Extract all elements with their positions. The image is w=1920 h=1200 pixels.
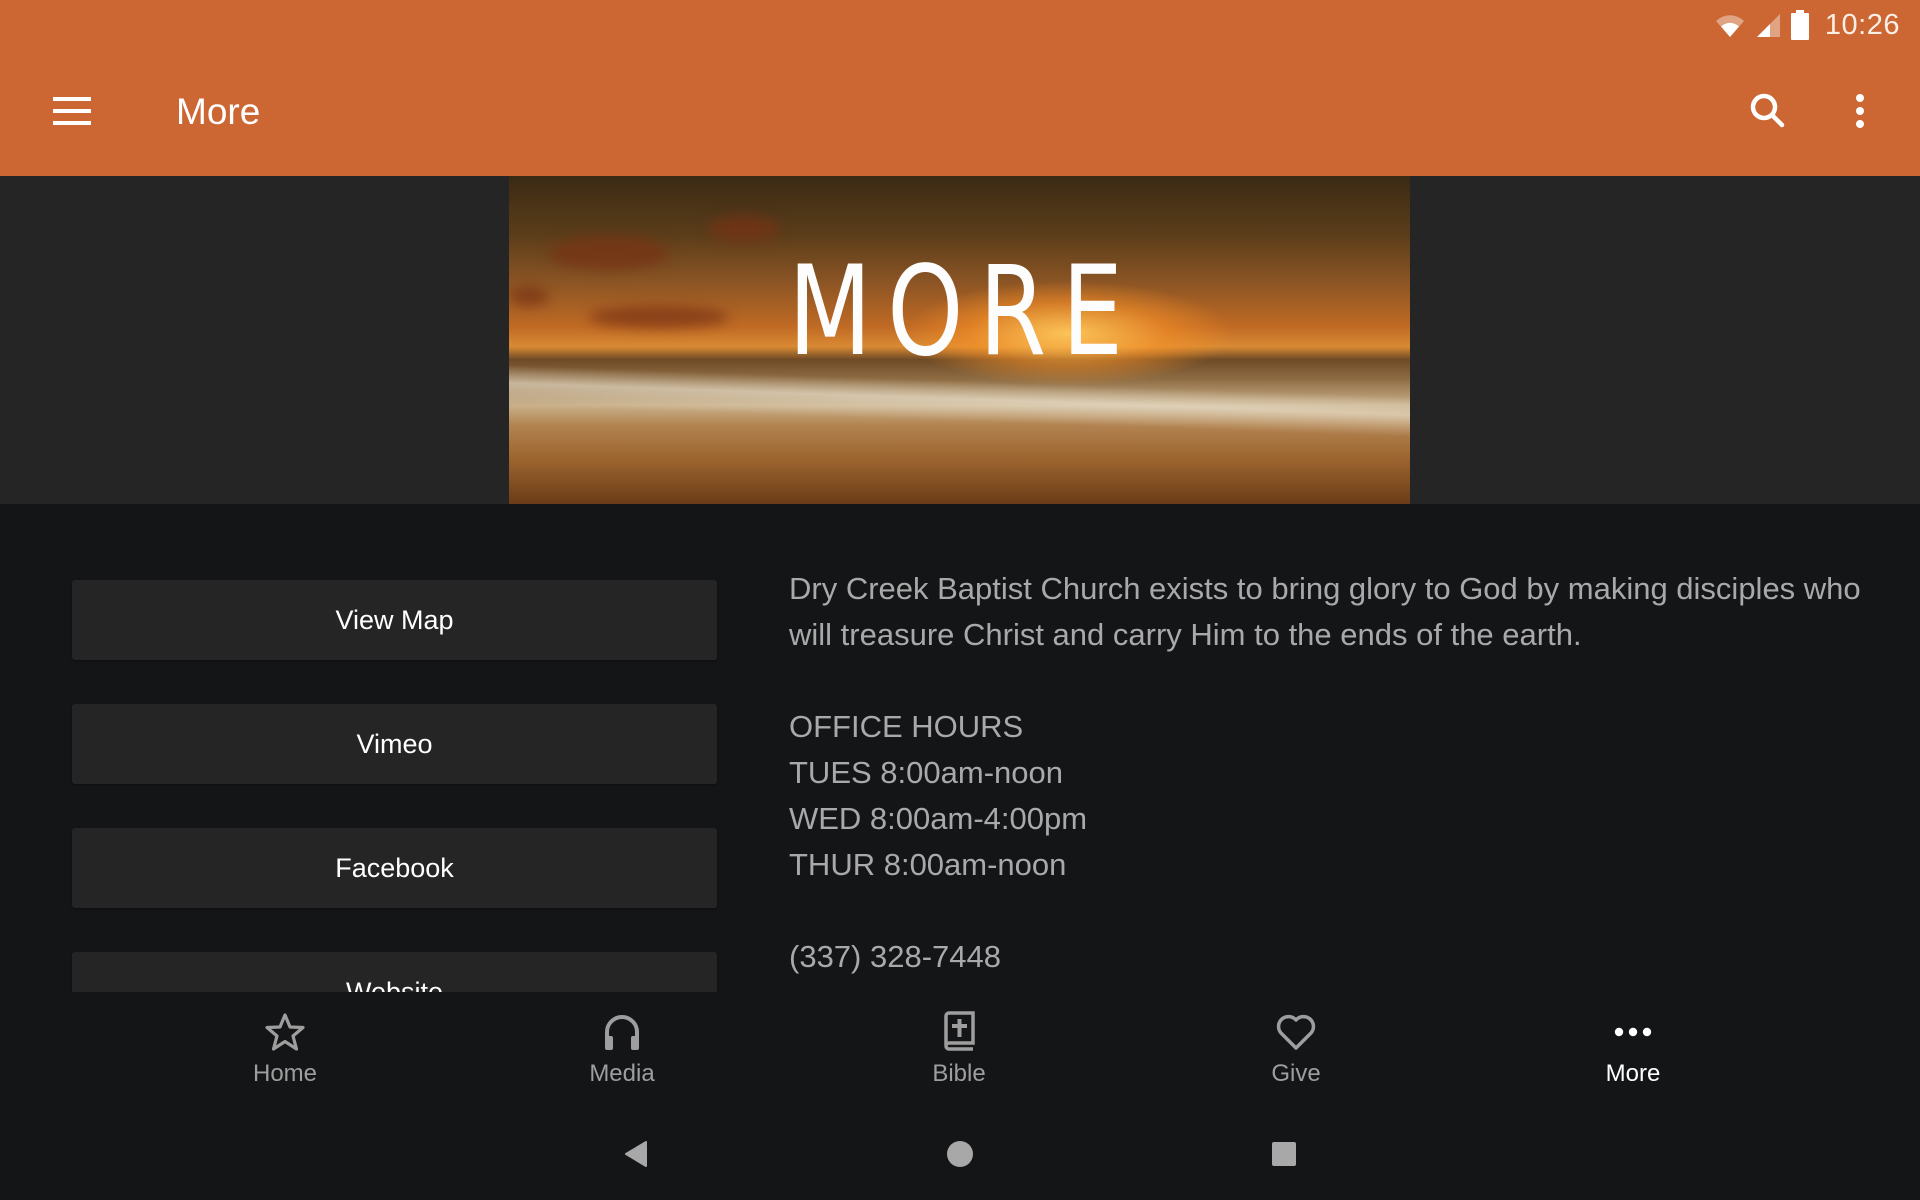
system-navigation-bar	[0, 1102, 1920, 1200]
facebook-button[interactable]: Facebook	[72, 828, 717, 908]
mission-statement: Dry Creek Baptist Church exists to bring…	[789, 571, 1861, 652]
tab-more-label: More	[1605, 1060, 1661, 1087]
vimeo-button[interactable]: Vimeo	[72, 704, 717, 784]
website-button[interactable]: Website	[72, 952, 717, 992]
tab-give[interactable]: Give	[1196, 992, 1396, 1102]
banner-image: MORE	[509, 176, 1410, 504]
office-hours-wed: WED 8:00am-4:00pm	[789, 801, 1088, 836]
app-root: 10:26 More MORE View Map Vimeo Facebook …	[0, 0, 1920, 1200]
tab-home-label: Home	[252, 1060, 318, 1087]
search-button[interactable]	[1740, 86, 1796, 136]
wifi-icon	[1715, 15, 1744, 38]
bottom-navigation: Home Media Bible Give More	[0, 992, 1920, 1102]
status-time: 10:26	[1824, 8, 1900, 41]
phone-number[interactable]: (337) 328-7448	[789, 934, 1869, 980]
more-horiz-icon	[1614, 1027, 1652, 1037]
tab-media[interactable]: Media	[522, 992, 722, 1102]
tab-more[interactable]: More	[1533, 992, 1733, 1102]
recents-square-icon	[1272, 1142, 1296, 1166]
home-circle-icon	[947, 1141, 973, 1167]
tab-bible[interactable]: Bible	[859, 992, 1059, 1102]
toolbar-title: More	[176, 91, 261, 132]
hamburger-menu-button[interactable]	[46, 88, 98, 134]
system-back-button[interactable]	[606, 1132, 666, 1176]
bible-icon	[944, 1011, 975, 1051]
battery-icon	[1790, 10, 1809, 40]
system-recents-button[interactable]	[1254, 1132, 1314, 1176]
more-vert-icon	[1856, 94, 1864, 128]
app-toolbar: 10:26 More	[0, 0, 1920, 176]
church-info: Dry Creek Baptist Church exists to bring…	[789, 566, 1869, 980]
view-map-button[interactable]: View Map	[72, 580, 717, 660]
star-icon	[265, 1013, 305, 1051]
hamburger-menu-icon	[53, 97, 91, 101]
banner-section: MORE	[0, 176, 1920, 504]
tab-home[interactable]: Home	[185, 992, 385, 1102]
banner-title: MORE	[788, 240, 1139, 384]
search-icon	[1750, 93, 1785, 128]
back-icon	[625, 1141, 647, 1167]
cell-signal-icon	[1756, 14, 1780, 37]
headphones-icon	[605, 1015, 639, 1050]
more-content[interactable]: View Map Vimeo Facebook Website Dry Cree…	[0, 504, 1920, 992]
office-hours-thur: THUR 8:00am-noon	[789, 847, 1067, 882]
office-hours-title: OFFICE HOURS	[789, 709, 1024, 744]
system-home-button[interactable]	[930, 1132, 990, 1176]
status-bar: 10:26	[1715, 6, 1900, 44]
office-hours-tues: TUES 8:00am-noon	[789, 755, 1063, 790]
heart-icon	[1276, 1014, 1316, 1050]
overflow-menu-button[interactable]	[1840, 86, 1880, 136]
tab-media-label: Media	[589, 1060, 655, 1087]
tab-give-label: Give	[1271, 1060, 1321, 1087]
tab-bible-label: Bible	[932, 1060, 986, 1087]
